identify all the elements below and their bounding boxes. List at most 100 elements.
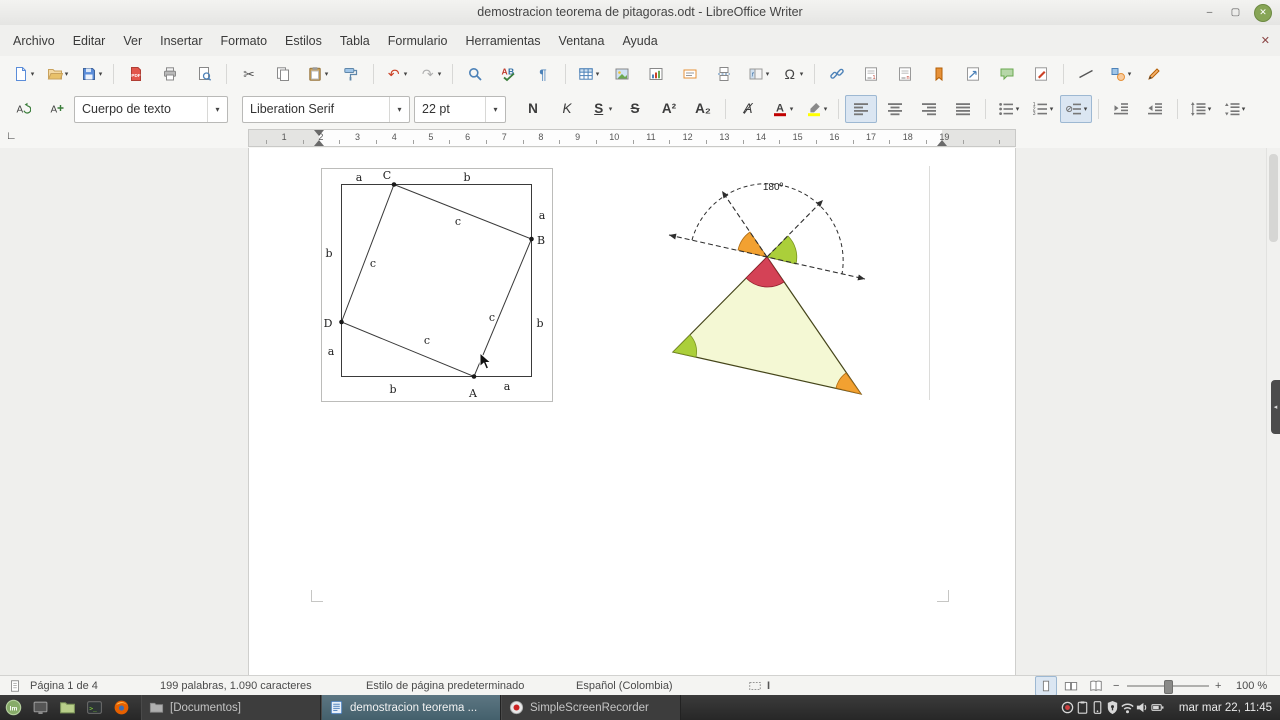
insert-special-character-button[interactable]: Ω ▾: [776, 60, 808, 88]
insert-hyperlink-button[interactable]: [821, 60, 853, 88]
insert-image-button[interactable]: [606, 60, 638, 88]
undo-button[interactable]: ↶ ▾: [380, 60, 412, 88]
phone-connect-icon[interactable]: [1090, 700, 1105, 715]
highlight-color-button[interactable]: ▾: [800, 95, 832, 123]
font-size-combo-value[interactable]: 22 pt: [415, 102, 485, 116]
ordered-list-dropdown-icon[interactable]: ▾: [1050, 105, 1054, 113]
zoom-in-button[interactable]: +: [1215, 676, 1221, 696]
screen-recorder-tray-icon[interactable]: [1060, 700, 1075, 715]
taskbar-window-documentos[interactable]: [Documentos]: [141, 695, 321, 720]
font-size-combo-dropdown-icon[interactable]: ▾: [485, 96, 505, 122]
strikethrough-button[interactable]: S: [619, 95, 651, 123]
no-list-button[interactable]: ▾: [1060, 95, 1092, 123]
unordered-list-dropdown-icon[interactable]: ▾: [1016, 105, 1020, 113]
align-justify-button[interactable]: [947, 95, 979, 123]
insert-table-dropdown-icon[interactable]: ▾: [596, 70, 600, 78]
close-document-icon[interactable]: ✕: [1261, 34, 1270, 47]
redo-button[interactable]: ↷ ▾: [414, 60, 446, 88]
copy-button[interactable]: [267, 60, 299, 88]
menu-herramientas[interactable]: Herramientas: [457, 26, 550, 56]
taskbar-window-demostracion-teorema[interactable]: demostracion teorema ...: [321, 695, 501, 720]
paragraph-spacing-dropdown-icon[interactable]: ▾: [1242, 105, 1246, 113]
update-shield-icon[interactable]: [1105, 700, 1120, 715]
font-name-combo-dropdown-icon[interactable]: ▾: [389, 96, 409, 122]
horizontal-ruler[interactable]: 1 2 3 4 5 6 7 8 9 10 11 12 13 14 15 16 17 18 19: [248, 129, 1016, 147]
maximize-button[interactable]: ▢: [1228, 5, 1243, 20]
spelling-button[interactable]: AB: [493, 60, 525, 88]
menu-formato[interactable]: Formato: [212, 26, 277, 56]
zoom-level[interactable]: 100 %: [1236, 676, 1267, 696]
redo-dropdown-icon[interactable]: ▾: [438, 70, 442, 78]
align-right-button[interactable]: [913, 95, 945, 123]
new-style-button[interactable]: A: [41, 95, 73, 123]
font-size-combo[interactable]: 22 pt ▾: [414, 95, 506, 123]
open-button[interactable]: ▾: [41, 60, 73, 88]
paragraph-style-combo[interactable]: Cuerpo de texto ▾: [74, 95, 228, 123]
paragraph-spacing-button[interactable]: ▾: [1218, 95, 1250, 123]
font-name-combo[interactable]: Liberation Serif ▾: [242, 95, 410, 123]
word-count[interactable]: 199 palabras, 1.090 caracteres: [160, 676, 312, 696]
mint-menu-launcher[interactable]: lm: [0, 695, 27, 720]
ordered-list-button[interactable]: 1 2 3 ▾: [1026, 95, 1058, 123]
no-list-dropdown-icon[interactable]: ▾: [1084, 105, 1088, 113]
print-preview-button[interactable]: [188, 60, 220, 88]
triangle-figure[interactable]: 180º: [661, 175, 881, 410]
insert-line-button[interactable]: [1070, 60, 1102, 88]
highlight-color-dropdown-icon[interactable]: ▾: [824, 105, 828, 113]
export-pdf-button[interactable]: PDF: [120, 60, 152, 88]
page-count[interactable]: Página 1 de 4: [30, 676, 98, 696]
menu-tabla[interactable]: Tabla: [331, 26, 379, 56]
paste-button[interactable]: ▾: [301, 60, 333, 88]
underline-button[interactable]: S ▾: [585, 95, 617, 123]
sidebar-toggle-grip[interactable]: ◂: [1271, 380, 1280, 434]
cut-button[interactable]: ✂: [233, 60, 265, 88]
clear-formatting-button[interactable]: Ⱥ: [732, 95, 764, 123]
multi-page-view-button[interactable]: [1060, 676, 1082, 696]
subscript-button[interactable]: A₂: [687, 95, 719, 123]
insert-special-character-dropdown-icon[interactable]: ▾: [800, 70, 804, 78]
font-color-dropdown-icon[interactable]: ▾: [790, 105, 794, 113]
insert-chart-button[interactable]: [640, 60, 672, 88]
page-style[interactable]: Estilo de página predeterminado: [366, 676, 524, 696]
volume-icon[interactable]: [1135, 700, 1150, 715]
network-icon[interactable]: [1120, 700, 1135, 715]
underline-dropdown-icon[interactable]: ▾: [609, 105, 613, 113]
paste-dropdown-icon[interactable]: ▾: [325, 70, 329, 78]
insert-page-break-button[interactable]: [708, 60, 740, 88]
formatting-marks-button[interactable]: ¶: [527, 60, 559, 88]
minimize-button[interactable]: –: [1202, 5, 1217, 20]
menu-editar[interactable]: Editar: [64, 26, 115, 56]
save-dropdown-icon[interactable]: ▾: [99, 70, 103, 78]
document-language[interactable]: Español (Colombia): [576, 676, 673, 696]
insert-footnote-button[interactable]: 1: [855, 60, 887, 88]
menu-archivo[interactable]: Archivo: [4, 26, 64, 56]
basic-shapes-dropdown-icon[interactable]: ▾: [1128, 70, 1132, 78]
update-style-button[interactable]: A: [7, 95, 39, 123]
scrollbar-thumb[interactable]: [1269, 154, 1278, 242]
zoom-out-button[interactable]: −: [1113, 676, 1119, 696]
insert-endnote-button[interactable]: n: [889, 60, 921, 88]
insert-table-button[interactable]: ▾: [572, 60, 604, 88]
menu-insertar[interactable]: Insertar: [151, 26, 211, 56]
open-dropdown-icon[interactable]: ▾: [65, 70, 69, 78]
insert-mode-indicator[interactable]: I: [767, 676, 770, 696]
clipboard-manager-icon[interactable]: [1075, 700, 1090, 715]
new-document-button[interactable]: ▾: [7, 60, 39, 88]
find-replace-button[interactable]: [459, 60, 491, 88]
document-page[interactable]: a C b a B b b D a b A a c c c c 180º: [248, 148, 1016, 675]
align-center-button[interactable]: [879, 95, 911, 123]
tab-stop-selector[interactable]: ∟: [6, 130, 17, 142]
zoom-slider[interactable]: [1127, 680, 1209, 694]
single-page-view-button[interactable]: [1035, 676, 1057, 697]
paragraph-style-combo-value[interactable]: Cuerpo de texto: [75, 102, 207, 116]
show-desktop-launcher[interactable]: [27, 695, 54, 720]
menu-ver[interactable]: Ver: [114, 26, 151, 56]
font-color-button[interactable]: A ▾: [766, 95, 798, 123]
document-area[interactable]: a C b a B b b D a b A a c c c c 180º ◂: [0, 148, 1280, 675]
line-spacing-button[interactable]: ▾: [1184, 95, 1216, 123]
menu-formulario[interactable]: Formulario: [379, 26, 457, 56]
save-button[interactable]: ▾: [75, 60, 107, 88]
zoom-slider-thumb[interactable]: [1164, 680, 1173, 694]
insert-field-button[interactable]: f ▾: [742, 60, 774, 88]
insert-text-box-button[interactable]: [674, 60, 706, 88]
